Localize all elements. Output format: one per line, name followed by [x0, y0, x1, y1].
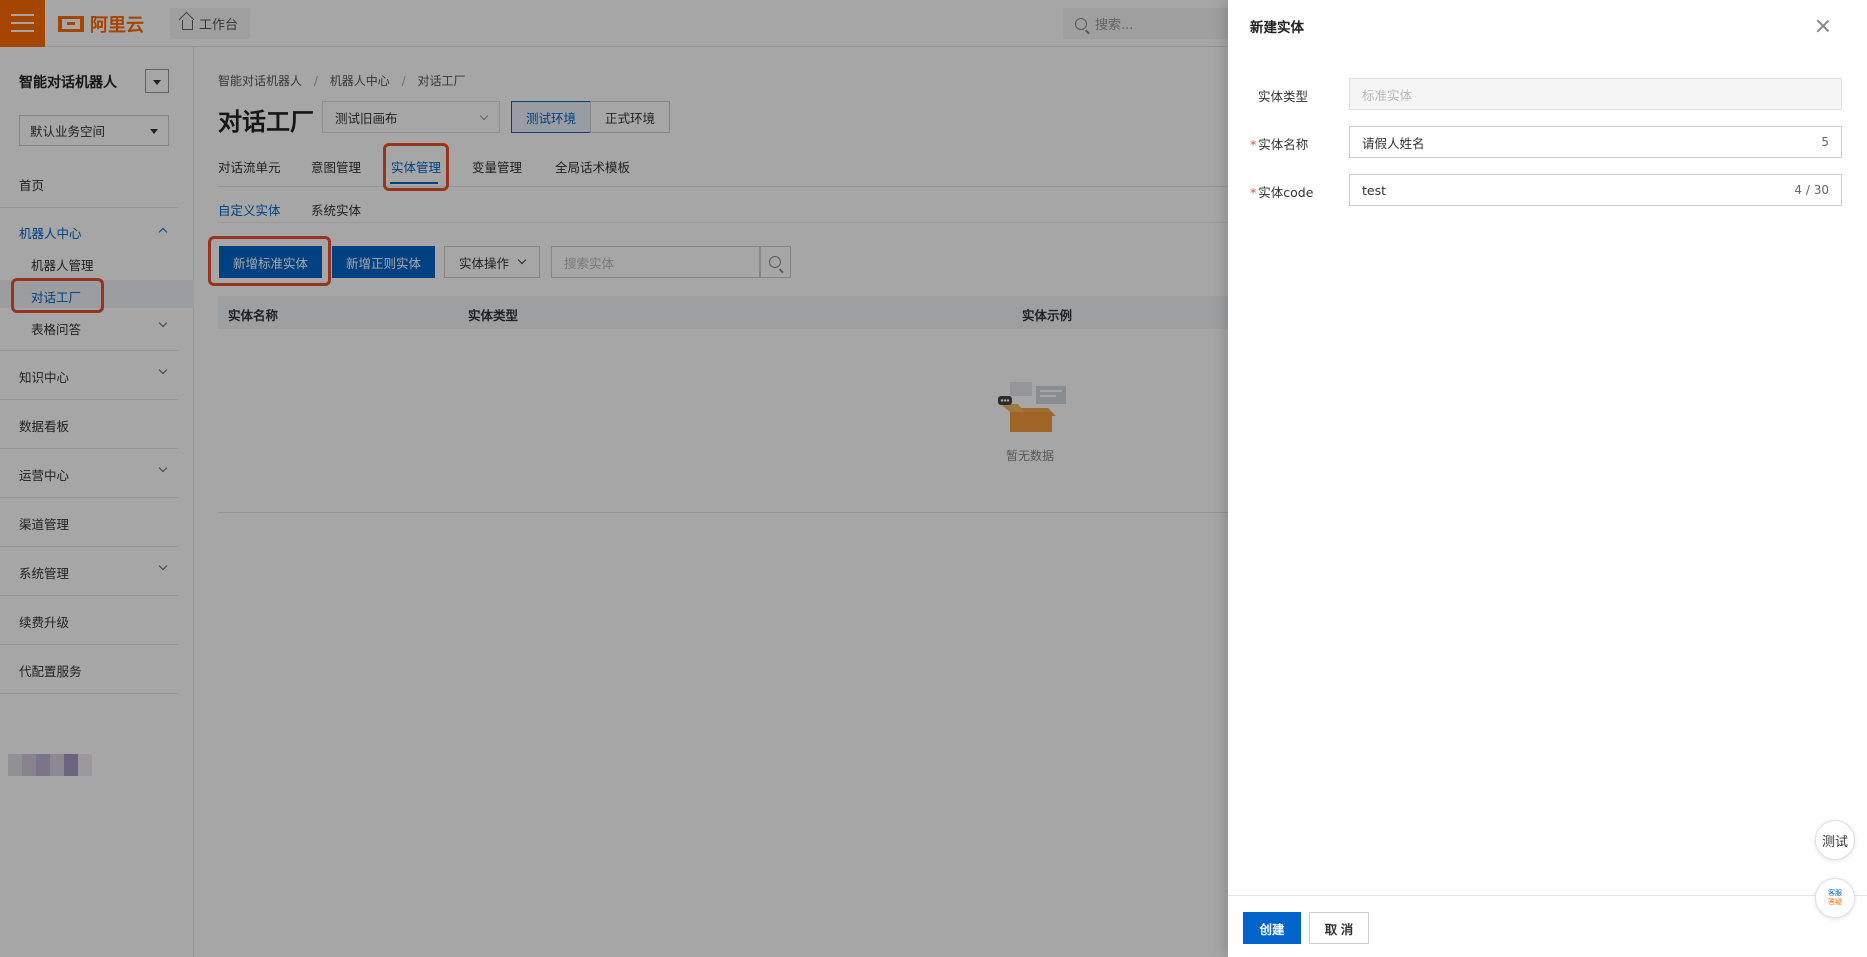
close-icon[interactable]	[1815, 18, 1831, 34]
drawer-footer-divider	[1228, 895, 1867, 896]
drawer-title: 新建实体	[1250, 20, 1304, 36]
cancel-button[interactable]: 取 消	[1309, 912, 1369, 944]
entity-name-value: 请假人姓名	[1362, 135, 1425, 151]
entity-name-input[interactable]: 请假人姓名 5	[1349, 126, 1842, 158]
customer-service-float-button[interactable]: 客服 答疑	[1815, 878, 1855, 918]
new-entity-drawer: 新建实体 实体类型 标准实体 * 实体名称 请假人姓名 5 * 实体code tes…	[1228, 0, 1867, 957]
entity-code-input[interactable]: test 4 / 30	[1349, 174, 1842, 206]
entity-name-counter: 5	[1821, 135, 1829, 149]
entity-code-counter: 4 / 30	[1794, 183, 1829, 197]
entity-type-label: 实体类型	[1258, 89, 1309, 104]
entity-name-label: * 实体名称	[1250, 134, 1308, 153]
entity-type-value: 标准实体	[1362, 87, 1413, 103]
service-line1: 客服	[1828, 889, 1842, 897]
required-mark: *	[1250, 185, 1257, 200]
entity-type-field: 标准实体	[1349, 78, 1842, 110]
entity-code-value: test	[1362, 182, 1387, 198]
required-mark: *	[1250, 137, 1257, 152]
entity-code-label-text: 实体code	[1258, 185, 1314, 200]
test-float-button[interactable]: 测试	[1815, 820, 1855, 860]
entity-code-label: * 实体code	[1250, 182, 1313, 201]
service-line2: 答疑	[1828, 898, 1842, 906]
create-button[interactable]: 创建	[1243, 912, 1301, 944]
entity-name-label-text: 实体名称	[1258, 137, 1309, 152]
